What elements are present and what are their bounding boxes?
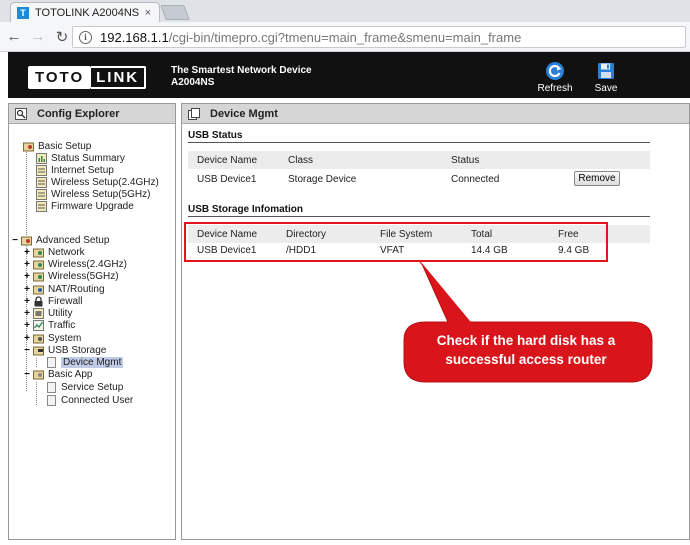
callout-text: Check if the hard disk has a successful … — [410, 331, 642, 369]
callout-line-1: Check if the hard disk has a — [436, 333, 616, 348]
callout-line-2: successful access router — [445, 352, 607, 367]
callout-bubble — [403, 261, 653, 383]
